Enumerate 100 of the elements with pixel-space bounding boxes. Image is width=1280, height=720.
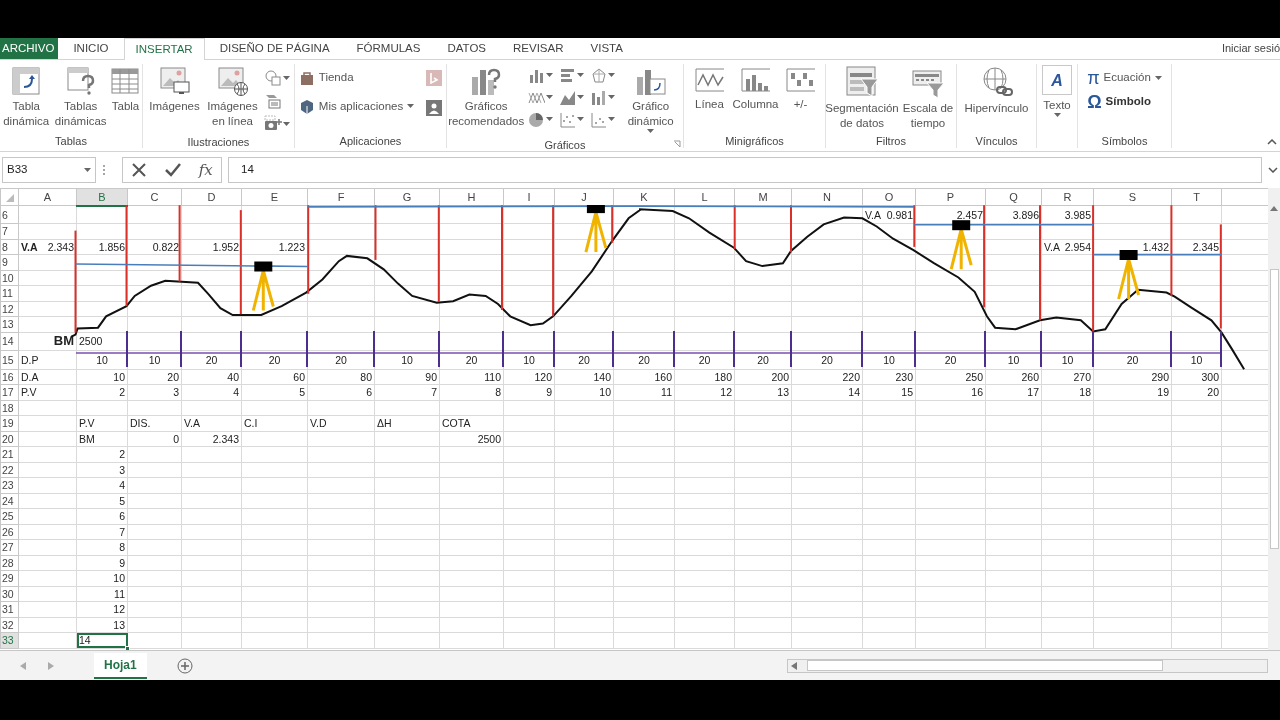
column-header[interactable]: N <box>791 188 863 206</box>
collapse-ribbon-icon[interactable] <box>1267 139 1277 145</box>
ribbon-button[interactable]: Tienda <box>296 68 417 88</box>
table-cell: 270 <box>1041 369 1094 385</box>
ribbon-tab[interactable]: DISEÑO DE PÁGINA <box>207 38 342 59</box>
distance-tick <box>673 330 675 368</box>
ribbon-icon-button[interactable] <box>262 68 291 88</box>
ribbon-button[interactable]: Imágenes en línea <box>204 64 261 130</box>
ribbon-button[interactable]: Hipervínculo <box>958 64 1035 117</box>
column-header[interactable]: L <box>674 188 735 206</box>
table-cell: 15 <box>862 384 916 400</box>
camera-icon <box>263 115 282 133</box>
ribbon-tab[interactable]: VISTA <box>578 38 635 59</box>
distance-tick <box>240 330 242 368</box>
table-cell: 90 <box>374 369 440 385</box>
column-header[interactable]: G <box>374 188 440 206</box>
table-cell: 4 <box>76 477 128 493</box>
sheet-tab[interactable]: Hoja1 <box>94 652 147 679</box>
table-cell: 3 <box>76 462 128 478</box>
ribbon-tab[interactable]: INSERTAR <box>123 38 205 60</box>
table-cell: 2 <box>76 384 128 400</box>
column-header[interactable]: B <box>76 188 128 206</box>
table-cell: 9 <box>76 555 128 571</box>
table-cell: 10 <box>76 369 128 385</box>
ribbon-button[interactable]: Ω Símbolo <box>1085 92 1164 112</box>
table-cell: 250 <box>915 369 986 385</box>
caret-icon <box>577 117 585 122</box>
table-cell: 9 <box>503 384 555 400</box>
distance-tick <box>1220 330 1222 368</box>
column-header[interactable]: R <box>1041 188 1094 206</box>
ribbon-icon-button[interactable] <box>558 110 586 129</box>
column-header[interactable]: F <box>307 188 375 206</box>
column-header[interactable]: A <box>18 188 77 206</box>
cell-label: V.A <box>1044 240 1060 253</box>
ribbon-button[interactable]: Mis aplicaciones <box>296 97 417 117</box>
table-cell: 2.343 <box>181 431 242 447</box>
column-header[interactable]: E <box>241 188 308 206</box>
ribbon-tab[interactable]: FÓRMULAS <box>344 38 433 59</box>
scrollbar-thumb[interactable] <box>1269 269 1279 549</box>
ribbon-button[interactable]: +/- <box>780 64 821 113</box>
file-tab[interactable]: ARCHIVO <box>0 38 59 59</box>
table-cell: 290 <box>1093 369 1172 385</box>
more-icon <box>102 164 106 176</box>
group-label: Ilustraciones <box>187 136 250 148</box>
shopping-bag-icon <box>298 69 315 86</box>
table-cell: D.P <box>18 350 77 369</box>
ribbon-tab[interactable]: REVISAR <box>501 38 576 59</box>
ribbon-button[interactable]: Tablas dinámicas <box>54 64 107 130</box>
select-all-icon <box>5 194 14 203</box>
column-header[interactable]: Q <box>985 188 1042 206</box>
active-cell[interactable]: 14 <box>76 632 128 648</box>
ribbon-tab[interactable]: INICIO <box>61 38 121 59</box>
add-sheet-icon[interactable] <box>176 657 193 674</box>
formula-input[interactable]: 14 <box>228 157 1262 183</box>
cancel-icon[interactable] <box>131 162 148 178</box>
ribbon-tab[interactable]: DATOS <box>435 38 499 59</box>
column-header[interactable]: H <box>439 188 504 206</box>
ribbon-icon-button[interactable] <box>424 98 445 118</box>
column-header[interactable]: J <box>554 188 614 206</box>
name-box[interactable]: B33 <box>2 157 96 183</box>
ribbon-button[interactable]: Imágenes <box>146 64 203 115</box>
next-sheet-icon <box>48 662 54 671</box>
ribbon-icon-button[interactable] <box>589 88 617 107</box>
scrollbar-thumb[interactable] <box>807 660 1163 671</box>
column-header[interactable]: M <box>734 188 792 206</box>
check-icon[interactable] <box>164 162 182 178</box>
table-cell: 230 <box>862 369 916 385</box>
ribbon-button[interactable]: Columna <box>732 64 779 113</box>
distance-tick <box>733 330 735 368</box>
ribbon-button[interactable]: π Ecuación <box>1085 68 1164 88</box>
table-cell: 300 <box>1171 369 1222 385</box>
ribbon-button[interactable]: Gráfico dinámico <box>618 64 683 137</box>
insert-function-button[interactable]: fx <box>198 158 213 182</box>
column-header[interactable]: P <box>915 188 986 206</box>
sign-in-link[interactable]: Iniciar sesió <box>1221 38 1280 59</box>
column-header[interactable]: K <box>613 188 675 206</box>
radar-chart-icon <box>590 67 608 84</box>
column-header[interactable]: T <box>1171 188 1222 206</box>
vertical-scrollbar[interactable] <box>1268 188 1280 650</box>
ribbon-icon-button[interactable] <box>589 66 617 85</box>
caret-icon <box>608 73 616 78</box>
column-header[interactable]: I <box>503 188 555 206</box>
ribbon-button[interactable]: A Texto <box>1042 64 1072 121</box>
ribbon-icon-button[interactable] <box>527 110 555 129</box>
column-chart-icon <box>590 89 608 106</box>
ribbon-button[interactable]: Gráficos recomendados <box>447 64 526 130</box>
column-header[interactable]: D <box>181 188 242 206</box>
distance-tick <box>612 330 614 368</box>
ribbon-button[interactable]: Línea <box>688 64 731 113</box>
column-header[interactable]: S <box>1093 188 1172 206</box>
ribbon-button[interactable]: Tabla dinámica <box>0 64 53 130</box>
column-header[interactable]: O <box>862 188 916 206</box>
ribbon-button[interactable]: Segmentación de datos <box>826 64 898 132</box>
ribbon-button[interactable]: Tabla <box>108 64 142 115</box>
ribbon-icon-button[interactable] <box>589 110 617 129</box>
ribbon-icon-button[interactable] <box>558 66 586 85</box>
horizontal-scrollbar[interactable] <box>787 658 1268 673</box>
level-rod <box>913 205 916 248</box>
ribbon-button[interactable]: Escala de tiempo <box>900 64 956 132</box>
column-header[interactable]: C <box>127 188 182 206</box>
